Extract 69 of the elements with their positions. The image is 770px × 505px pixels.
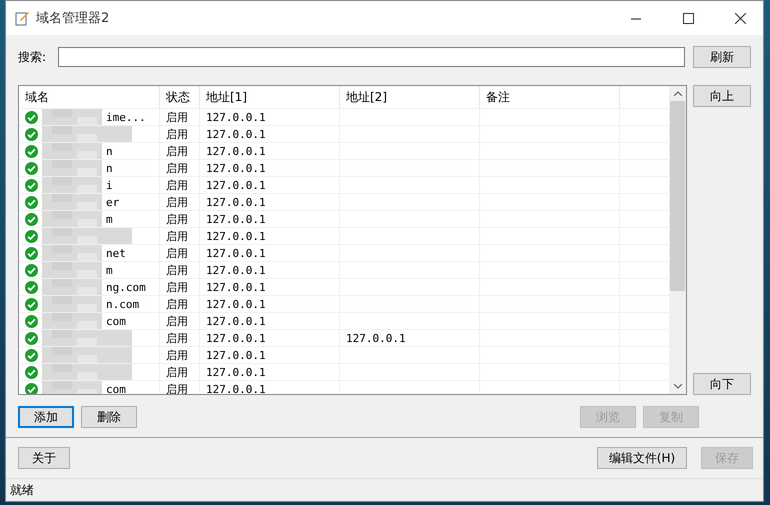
maximize-icon [682,12,694,24]
scrollbar[interactable] [669,86,686,394]
action-button[interactable]: 删除 [81,406,137,428]
table-cell: 127.0.0.1 [200,126,340,142]
table-cell: com [19,313,160,329]
move-down-button[interactable]: 向下 [693,373,751,395]
table-cell: 启用 [160,160,200,176]
table-cell: 启用 [160,109,200,125]
refresh-button[interactable]: 刷新 [693,46,751,68]
notepad-icon [14,10,30,26]
table-cell: 127.0.0.1 [200,143,340,159]
move-up-button[interactable]: 向上 [693,85,751,107]
table-cell: 启用 [160,143,200,159]
table-cell: 127.0.0.1 [200,330,340,346]
table-cell: 启用 [160,177,200,193]
table-cell: 127.0.0.1 [200,262,340,278]
footer-button[interactable]: 关于 [18,447,70,469]
table-cell: 启用 [160,381,200,394]
table-cell: 127.0.0.1 [200,279,340,295]
table-cell: 127.0.0.1 [340,330,480,346]
search-label: 搜索: [18,48,46,66]
table-cell: 启用 [160,313,200,329]
table-cell: 启用 [160,126,200,142]
table-cell: 启用 [160,279,200,295]
table-cell: 启用 [160,194,200,210]
table-cell: 启用 [160,296,200,312]
table-cell: 127.0.0.1 [200,160,340,176]
table-cell: 127.0.0.1 [200,228,340,244]
status-text: 就绪 [10,482,34,498]
table-cell: 启用 [160,262,200,278]
table-cell: m [19,211,160,227]
table-cell: i [19,177,160,193]
column-header[interactable]: 备注 [480,86,620,108]
table-cell: 启用 [160,364,200,380]
table-cell: 启用 [160,330,200,346]
table-cell: 启用 [160,347,200,363]
table-cell: ng.com [19,279,160,295]
table-cell: m [19,262,160,278]
table-cell: 127.0.0.1 [200,194,340,210]
column-header[interactable]: 地址[2] [340,86,480,108]
table-cell: 127.0.0.1 [200,109,340,125]
table-cell: 127.0.0.1 [200,296,340,312]
table-cell: 启用 [160,211,200,227]
table-cell: ime... [19,109,160,125]
table-cell: er [19,194,160,210]
close-icon [734,12,746,24]
table-cell: 127.0.0.1 [200,313,340,329]
table-cell: 127.0.0.1 [200,364,340,380]
column-header[interactable]: 状态 [160,86,200,108]
table-cell: 127.0.0.1 [200,347,340,363]
search-field[interactable] [58,47,685,67]
table-cell: 127.0.0.1 [200,177,340,193]
table-cell: 127.0.0.1 [200,381,340,394]
footer-button[interactable]: 编辑文件(H) [597,447,687,469]
action-button[interactable]: 添加 [18,406,74,428]
table-cell: 127.0.0.1 [200,211,340,227]
column-header[interactable]: 域名 [19,86,160,108]
window-title: 域名管理器2 [36,10,110,27]
table-cell: 127.0.0.1 [200,245,340,261]
table-cell: n [19,143,160,159]
table-cell: 启用 [160,245,200,261]
chevron-down-icon[interactable] [674,384,682,389]
column-header[interactable]: 地址[1] [200,86,340,108]
table-cell: net [19,245,160,261]
chevron-up-icon[interactable] [674,91,682,96]
table-cell: 启用 [160,228,200,244]
table-cell: n.com [19,296,160,312]
table-cell: n [19,160,160,176]
table-cell: com [19,381,160,394]
